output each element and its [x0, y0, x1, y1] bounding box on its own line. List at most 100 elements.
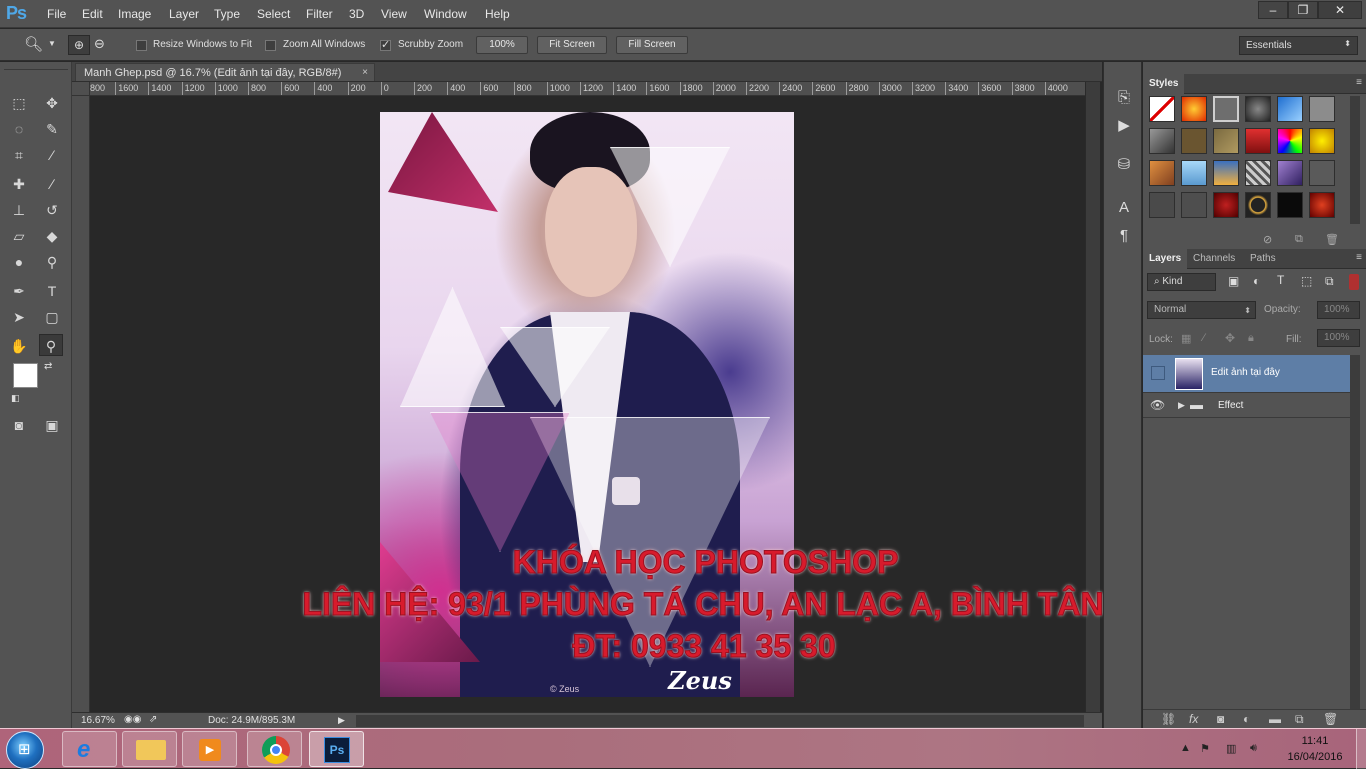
- new-group-icon[interactable]: ▬: [1269, 712, 1281, 726]
- zoom-tool-icon[interactable]: ⚲: [39, 334, 63, 356]
- tab-paths[interactable]: Paths: [1244, 249, 1282, 269]
- no-style-icon[interactable]: ⊘: [1263, 233, 1272, 246]
- style-swatch[interactable]: [1149, 96, 1175, 122]
- style-swatch[interactable]: [1213, 160, 1239, 186]
- filter-pixel-icon[interactable]: ▣: [1228, 274, 1239, 288]
- paragraph-icon[interactable]: ¶: [1114, 226, 1134, 246]
- style-swatch[interactable]: [1245, 96, 1271, 122]
- ruler-origin[interactable]: [72, 82, 90, 96]
- style-swatch[interactable]: [1245, 192, 1271, 218]
- panel-grip[interactable]: [4, 64, 68, 70]
- taskbar-chrome[interactable]: [247, 731, 302, 767]
- menu-3d[interactable]: 3D: [349, 7, 364, 21]
- dodge-tool-icon[interactable]: ⚲: [40, 251, 64, 273]
- lock-transparent-icon[interactable]: ▦: [1181, 332, 1191, 345]
- screen-mode-icon[interactable]: ▣: [40, 414, 64, 436]
- lock-all-icon[interactable]: 🔒︎: [1248, 332, 1254, 345]
- scrubby-zoom-checkbox[interactable]: [380, 38, 391, 51]
- share-icon[interactable]: ⇗: [149, 714, 157, 725]
- zoom-tool-icon[interactable]: 🔍︎: [24, 35, 43, 53]
- panel-menu-icon[interactable]: ≡: [1356, 252, 1362, 263]
- delete-layer-icon[interactable]: 🗑︎: [1323, 712, 1338, 726]
- layers-scrollbar[interactable]: [1350, 355, 1360, 709]
- quick-mask-icon[interactable]: ◙: [7, 414, 31, 436]
- crop-tool-icon[interactable]: ⌗: [7, 144, 31, 166]
- layer-name[interactable]: Effect: [1218, 400, 1243, 411]
- show-desktop-button[interactable]: [1356, 729, 1366, 769]
- vertical-ruler[interactable]: [72, 96, 90, 712]
- menu-filter[interactable]: Filter: [306, 7, 333, 21]
- document-tab[interactable]: Manh Ghep.psd @ 16.7% (Edit ảnh tại đây,…: [75, 63, 375, 81]
- style-swatch[interactable]: [1149, 160, 1175, 186]
- lock-position-icon[interactable]: ✥: [1225, 331, 1235, 345]
- style-swatch[interactable]: [1309, 96, 1335, 122]
- zoom-out-icon[interactable]: ⊖: [94, 36, 105, 52]
- menu-window[interactable]: Window: [424, 7, 467, 21]
- tab-channels[interactable]: Channels: [1187, 249, 1241, 269]
- taskbar-ie[interactable]: e: [62, 731, 117, 767]
- style-swatch[interactable]: [1149, 192, 1175, 218]
- clone-stamp-tool-icon[interactable]: ⊥: [7, 199, 31, 221]
- style-swatch[interactable]: [1245, 128, 1271, 154]
- menu-layer[interactable]: Layer: [169, 7, 199, 21]
- clock-date[interactable]: 16/04/2016: [1282, 751, 1348, 763]
- eraser-tool-icon[interactable]: ▱: [7, 225, 31, 247]
- pen-tool-icon[interactable]: ✒: [7, 280, 31, 302]
- filter-smart-object-icon[interactable]: ⧉: [1325, 274, 1334, 289]
- zoom-in-icon[interactable]: ⊕: [68, 35, 90, 55]
- type-tool-icon[interactable]: T: [40, 280, 64, 302]
- eyedropper-tool-icon[interactable]: ⁄: [40, 144, 64, 166]
- style-swatch[interactable]: [1213, 192, 1239, 218]
- marquee-tool-icon[interactable]: ⬚: [7, 92, 31, 114]
- style-swatch[interactable]: [1181, 96, 1207, 122]
- rectangle-tool-icon[interactable]: ▢: [40, 306, 64, 328]
- style-swatch[interactable]: [1309, 128, 1335, 154]
- history-brush-tool-icon[interactable]: ↺: [40, 199, 64, 221]
- actions-play-icon[interactable]: ▶: [1114, 116, 1134, 136]
- style-swatch[interactable]: [1245, 160, 1271, 186]
- layer-row[interactable]: 👁︎ ▶ ▬ Effect: [1143, 394, 1350, 418]
- menu-view[interactable]: View: [381, 7, 407, 21]
- style-swatch[interactable]: [1277, 128, 1303, 154]
- filter-adjustment-icon[interactable]: ◐: [1253, 274, 1260, 288]
- zoom-all-checkbox[interactable]: [265, 40, 276, 51]
- delete-style-icon[interactable]: 🗑︎: [1325, 233, 1339, 246]
- fill-input[interactable]: 100%: [1317, 329, 1360, 347]
- add-mask-icon[interactable]: ◙: [1217, 712, 1224, 726]
- style-swatch[interactable]: [1213, 128, 1239, 154]
- style-swatch[interactable]: [1181, 192, 1207, 218]
- new-style-icon[interactable]: ⧉: [1295, 233, 1303, 246]
- style-swatch[interactable]: [1309, 192, 1335, 218]
- style-swatch[interactable]: [1213, 96, 1239, 122]
- tab-styles[interactable]: Styles: [1143, 74, 1185, 94]
- menu-select[interactable]: Select: [257, 7, 290, 21]
- style-swatch[interactable]: [1181, 160, 1207, 186]
- resize-windows-checkbox[interactable]: [136, 40, 147, 51]
- menu-edit[interactable]: Edit: [82, 7, 103, 21]
- close-tab-icon[interactable]: ×: [362, 64, 368, 82]
- panel-menu-icon[interactable]: ≡: [1356, 77, 1362, 88]
- layer-row[interactable]: Edit ảnh tại đây: [1143, 355, 1350, 393]
- tab-layers[interactable]: Layers: [1143, 249, 1188, 269]
- volume-icon[interactable]: 🔊︎: [1250, 742, 1257, 755]
- style-swatch[interactable]: [1277, 160, 1303, 186]
- style-swatch[interactable]: [1309, 160, 1335, 186]
- layer-name[interactable]: Edit ảnh tại đây: [1211, 367, 1280, 378]
- actual-pixels-button[interactable]: 100%: [476, 36, 528, 54]
- fit-screen-button[interactable]: Fit Screen: [537, 36, 607, 54]
- foreground-color-swatch[interactable]: [13, 363, 38, 388]
- style-swatch[interactable]: [1149, 128, 1175, 154]
- history-icon[interactable]: ⎘: [1114, 88, 1134, 108]
- zoom-level[interactable]: 16.67%: [81, 715, 115, 726]
- visibility-toggle[interactable]: [1151, 366, 1165, 380]
- paint-bucket-tool-icon[interactable]: ◆: [40, 225, 64, 247]
- taskbar-explorer[interactable]: [122, 731, 177, 767]
- style-swatch[interactable]: [1277, 96, 1303, 122]
- fx-icon[interactable]: fx: [1189, 712, 1198, 726]
- style-swatch[interactable]: [1277, 192, 1303, 218]
- opacity-input[interactable]: 100%: [1317, 301, 1360, 319]
- view-icon[interactable]: ◉◉: [124, 714, 141, 725]
- quick-select-tool-icon[interactable]: ✎: [40, 118, 64, 140]
- expand-arrow-icon[interactable]: ▶: [1178, 400, 1185, 411]
- filter-shape-icon[interactable]: ⬚: [1301, 274, 1312, 288]
